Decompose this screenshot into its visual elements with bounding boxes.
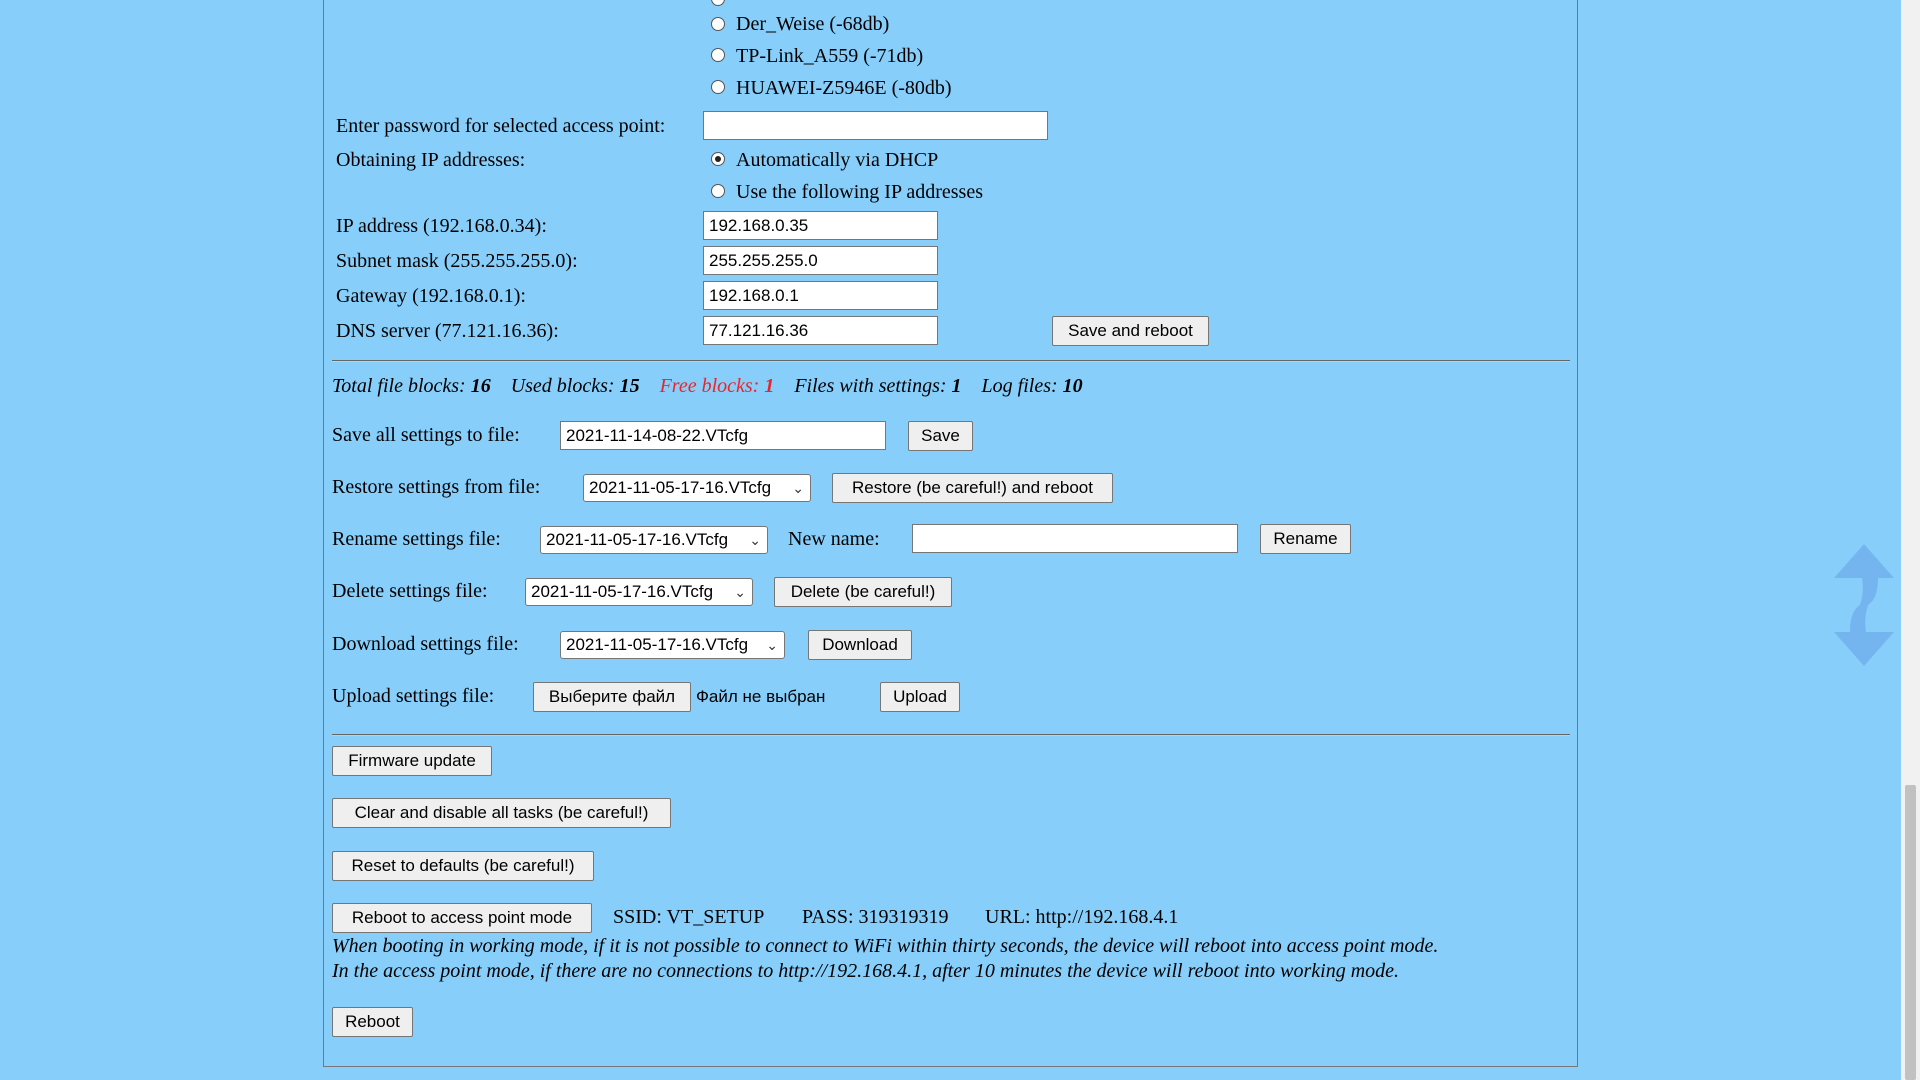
total-blocks-value: 16 [470,375,491,397]
dns-server-label: DNS server (77.121.16.36): [336,320,559,342]
divider [332,734,1570,736]
save-button[interactable]: Save [908,421,973,451]
new-name-label: New name: [788,528,880,550]
wifi-radio-huawei[interactable] [711,80,725,94]
rename-file-value: 2021-11-05-17-16.VTcfg [546,530,729,549]
wifi-radio-der-weise[interactable] [711,17,725,31]
file-block-stats: Total file blocks: 16 Used blocks: 15 Fr… [332,374,1083,398]
boot-note-line-2: In the access point mode, if there are n… [332,960,1400,982]
reboot-button[interactable]: Reboot [332,1007,413,1037]
static-ip-radio[interactable] [711,184,725,198]
rename-file-select[interactable]: 2021-11-05-17-16.VTcfg ⌄ [540,526,768,554]
password-label: Enter password for selected access point… [336,115,666,137]
reboot-ap-mode-button[interactable]: Reboot to access point mode [332,903,592,933]
scrollbar-thumb[interactable] [1905,785,1916,1080]
wifi-network-label: HUAWEI-Z5946E (-80db) [736,77,952,99]
save-and-reboot-button[interactable]: Save and reboot [1052,316,1209,346]
divider [332,360,1570,362]
used-blocks-label: Used blocks: [510,375,615,397]
ap-ssid-text: SSID: VT_SETUP [613,906,765,928]
obtaining-ip-label: Obtaining IP addresses: [336,149,526,171]
ip-address-input[interactable]: 192.168.0.35 [703,211,938,240]
free-blocks-value: 1 [764,375,775,397]
subnet-mask-input[interactable]: 255.255.255.0 [703,246,938,275]
delete-file-value: 2021-11-05-17-16.VTcfg [531,582,714,601]
log-files-value: 10 [1062,375,1083,397]
subnet-mask-label: Subnet mask (255.255.255.0): [336,250,578,272]
download-button[interactable]: Download [808,630,912,660]
settings-files-value: 1 [951,375,962,397]
restore-settings-label: Restore settings from file: [332,476,541,498]
save-settings-label: Save all settings to file: [332,424,520,446]
dhcp-radio[interactable] [711,152,725,166]
rename-settings-label: Rename settings file: [332,528,501,550]
log-files-label: Log files: [981,375,1058,397]
dhcp-label: Automatically via DHCP [736,149,939,171]
restore-and-reboot-button[interactable]: Restore (be careful!) and reboot [832,473,1113,503]
total-blocks-label: Total file blocks: [332,375,466,397]
delete-button[interactable]: Delete (be careful!) [774,577,952,607]
restore-file-value: 2021-11-05-17-16.VTcfg [589,478,772,497]
no-file-chosen-text: Файл не выбран [696,687,826,706]
restore-file-select[interactable]: 2021-11-05-17-16.VTcfg ⌄ [583,474,811,502]
download-file-select[interactable]: 2021-11-05-17-16.VTcfg ⌄ [560,631,785,659]
rename-button[interactable]: Rename [1260,524,1351,554]
wifi-network-label: Der_Weise (-68db) [736,13,890,35]
static-ip-label: Use the following IP addresses [736,181,983,203]
gateway-input[interactable]: 192.168.0.1 [703,281,938,310]
free-blocks-label: Free blocks: [659,375,760,397]
new-name-input[interactable] [912,524,1238,553]
chevron-down-icon: ⌄ [792,480,804,496]
download-settings-label: Download settings file: [332,633,519,655]
dns-server-input[interactable]: 77.121.16.36 [703,316,938,345]
chevron-down-icon: ⌄ [734,584,746,600]
gateway-label: Gateway (192.168.0.1): [336,285,526,307]
download-file-value: 2021-11-05-17-16.VTcfg [566,635,749,654]
settings-files-label: Files with settings: [794,375,947,397]
delete-file-select[interactable]: 2021-11-05-17-16.VTcfg ⌄ [525,578,753,606]
vertical-scrollbar[interactable] [1901,0,1920,1080]
ip-address-label: IP address (192.168.0.34): [336,215,547,237]
wifi-network-label: TP-Link_A559 (-71db) [736,45,924,67]
chevron-down-icon: ⌄ [749,532,761,548]
boot-note-line-1: When booting in working mode, if it is n… [332,935,1439,957]
delete-settings-label: Delete settings file: [332,580,488,602]
used-blocks-value: 15 [619,375,640,397]
firmware-update-button[interactable]: Firmware update [332,746,492,776]
up-down-arrows-icon[interactable] [1828,540,1900,670]
clear-tasks-button[interactable]: Clear and disable all tasks (be careful!… [332,798,671,828]
reset-defaults-button[interactable]: Reset to defaults (be careful!) [332,851,594,881]
choose-file-button[interactable]: Выберите файл [533,682,691,712]
ap-pass-text: PASS: 319319319 [802,906,949,928]
save-filename-input[interactable]: 2021-11-14-08-22.VTcfg [560,421,886,450]
upload-settings-label: Upload settings file: [332,685,495,707]
wifi-password-input[interactable] [703,111,1048,140]
chevron-down-icon: ⌄ [766,637,778,653]
ap-url-text: URL: http://192.168.4.1 [985,906,1179,928]
upload-button[interactable]: Upload [880,682,960,712]
wifi-radio-tp-link[interactable] [711,48,725,62]
